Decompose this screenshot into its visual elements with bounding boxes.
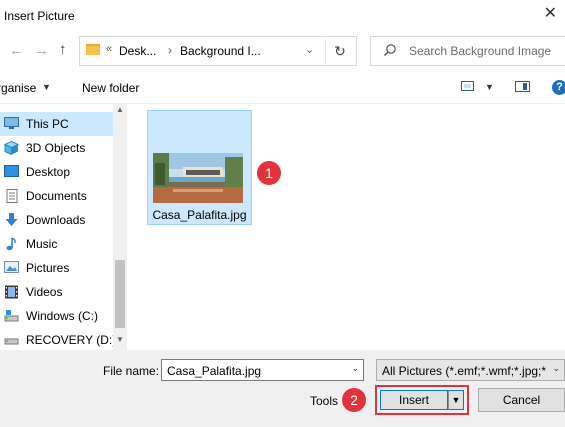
breadcrumb-item-background[interactable]: Background I... (180, 44, 261, 58)
sidebar-item-recovery-d[interactable]: RECOVERY (D:) (0, 328, 117, 350)
sidebar-item-label: RECOVERY (D:) (26, 333, 117, 347)
new-folder-button[interactable]: New folder (82, 81, 139, 95)
file-name-value: Casa_Palafita.jpg (167, 364, 262, 378)
sidebar-item-videos[interactable]: Videos (0, 280, 113, 304)
desktop-icon (4, 165, 19, 178)
drive-icon (4, 333, 19, 346)
file-name-field-label: File name: (103, 364, 160, 378)
sidebar-item-label: Videos (26, 285, 63, 299)
sidebar-item-windows-c[interactable]: Windows (C:) (0, 304, 113, 328)
file-item[interactable]: Casa_Palafita.jpg (147, 110, 252, 225)
folder-icon (86, 44, 100, 55)
film-icon (4, 285, 19, 299)
chevron-down-icon[interactable]: ⌄ (552, 363, 560, 374)
sidebar-item-music[interactable]: Music (0, 232, 113, 256)
title-bar: Insert Picture ✕ (0, 0, 565, 33)
image-thumbnail (153, 153, 243, 203)
sidebar-item-downloads[interactable]: Downloads (0, 208, 113, 232)
cancel-button[interactable]: Cancel (478, 388, 565, 412)
search-input[interactable]: Search Background Image (370, 36, 565, 66)
help-icon[interactable]: ? (552, 80, 565, 95)
insert-highlight: Insert ▼ (375, 385, 469, 415)
sidebar-item-pictures[interactable]: Pictures (0, 256, 113, 280)
breadcrumb-item-desktop[interactable]: Desk... (119, 44, 156, 58)
window-title: Insert Picture (4, 9, 75, 23)
tools-button[interactable]: Tools (310, 394, 338, 408)
organise-button[interactable]: rganise (0, 81, 36, 95)
navigation-row: ← → ↑ « Desk... › Background I... ⌄ ↻ Se… (0, 33, 565, 69)
sidebar-item-label: Music (26, 237, 58, 251)
search-icon (383, 43, 397, 60)
scroll-down-icon[interactable]: ▼ (113, 335, 127, 344)
forward-arrow-icon[interactable]: → (34, 42, 49, 59)
documents-icon (4, 189, 19, 203)
computer-icon (4, 117, 19, 130)
sidebar-item-label: Windows (C:) (26, 309, 99, 323)
search-placeholder: Search Background Image (409, 44, 552, 58)
close-icon[interactable]: ✕ (544, 6, 557, 22)
view-dropdown-icon[interactable]: ▼ (485, 82, 494, 92)
refresh-button[interactable]: ↻ (325, 39, 354, 63)
drive-icon (4, 309, 19, 322)
chevron-down-icon[interactable]: ⌄ (305, 43, 314, 56)
sidebar-item-label: This PC (26, 117, 69, 131)
sidebar-item-desktop[interactable]: Desktop (0, 160, 113, 184)
file-type-value: All Pictures (*.emf;*.wmf;*.jpg;* (382, 364, 547, 378)
sidebar-item-label: 3D Objects (26, 141, 86, 155)
sidebar-scrollbar[interactable]: ▲ ▼ (113, 103, 127, 350)
sidebar-item-label: Downloads (26, 213, 86, 227)
breadcrumb-separator-icon[interactable]: › (168, 43, 172, 57)
organise-dropdown-icon[interactable]: ▼ (42, 82, 51, 92)
pictures-icon (4, 261, 19, 274)
file-name-field[interactable]: Casa_Palafita.jpg ⌄ (161, 359, 364, 381)
sidebar-item-label: Documents (26, 189, 87, 203)
navigation-pane: This PC 3D Objects Desktop Documents Dow… (0, 103, 127, 350)
up-arrow-icon[interactable]: ↑ (59, 41, 67, 58)
file-type-select[interactable]: All Pictures (*.emf;*.wmf;*.jpg;* ⌄ (376, 359, 565, 381)
sidebar-item-label: Pictures (26, 261, 70, 275)
back-arrow-icon[interactable]: ← (9, 42, 24, 59)
command-toolbar: rganise ▼ New folder ▼ ? (0, 69, 565, 104)
file-list: Casa_Palafita.jpg (127, 103, 565, 350)
sidebar-item-this-pc[interactable]: This PC (0, 112, 113, 136)
sidebar-item-documents[interactable]: Documents (0, 184, 113, 208)
step-badge-2: 2 (342, 388, 366, 412)
file-name-label: Casa_Palafita.jpg (152, 208, 247, 222)
music-note-icon (4, 237, 19, 251)
preview-pane-icon[interactable] (515, 81, 530, 92)
cube-icon (3, 140, 20, 156)
sidebar-item-label: Desktop (26, 165, 71, 179)
scrollbar-thumb[interactable] (115, 260, 125, 328)
insert-button[interactable]: Insert (380, 390, 448, 410)
view-options-icon[interactable] (461, 81, 474, 91)
address-bar[interactable]: « Desk... › Background I... ⌄ ↻ (79, 36, 357, 66)
chevron-down-icon[interactable]: ⌄ (351, 363, 359, 374)
insert-dropdown-icon[interactable]: ▼ (448, 390, 464, 410)
sidebar-item-3d-objects[interactable]: 3D Objects (0, 136, 113, 160)
download-arrow-icon (4, 213, 19, 226)
scroll-up-icon[interactable]: ▲ (113, 105, 127, 114)
step-badge-1: 1 (257, 161, 281, 185)
breadcrumb-overflow-icon[interactable]: « (106, 43, 112, 55)
